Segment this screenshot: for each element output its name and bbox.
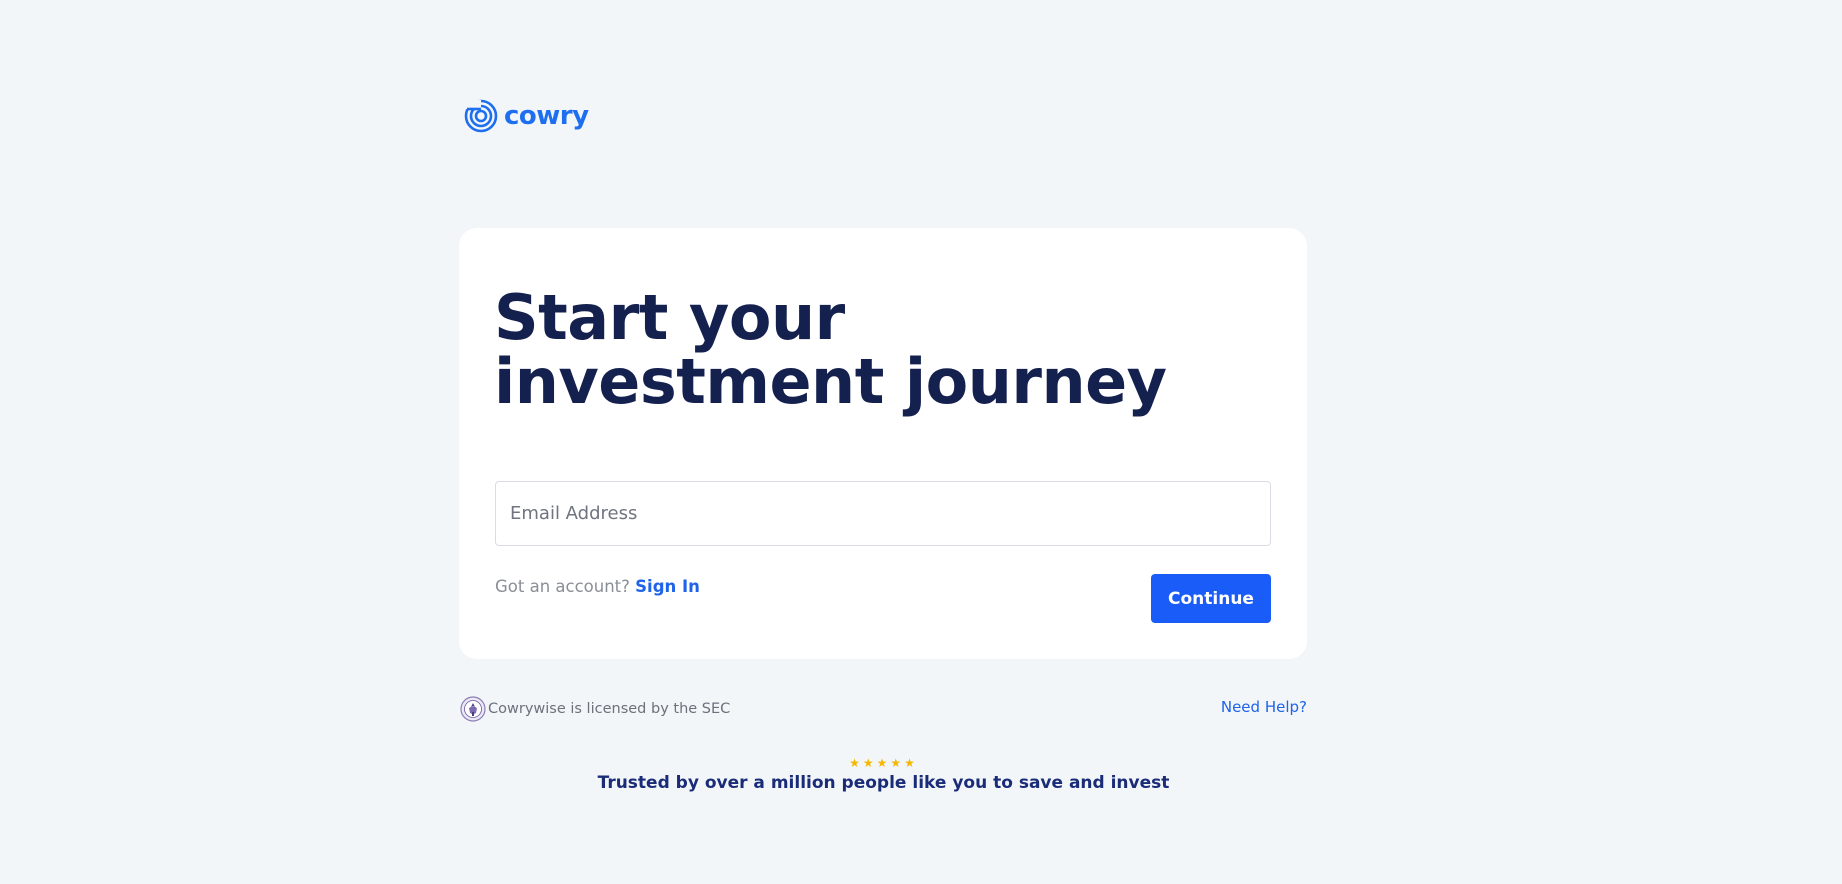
brand-name: cowry	[504, 101, 589, 131]
cowry-logo-icon	[464, 99, 498, 133]
license-text: Cowrywise is licensed by the SEC	[488, 701, 731, 717]
sign-in-link[interactable]: Sign In	[635, 577, 700, 596]
sec-seal-icon	[460, 696, 486, 722]
account-prompt-line: Got an account? Sign In	[495, 577, 700, 596]
page-title: Start your investment journey	[494, 281, 1167, 418]
email-field[interactable]	[495, 481, 1271, 546]
signup-page: cowry Start your investment journey Got …	[0, 0, 1842, 884]
cowry-logo[interactable]: cowry	[464, 98, 589, 134]
need-help-link[interactable]: Need Help?	[1221, 698, 1307, 716]
license-notice: Cowrywise is licensed by the SEC	[460, 696, 730, 722]
rating-stars: ★★★★★	[849, 756, 918, 770]
continue-button[interactable]: Continue	[1151, 574, 1271, 623]
signup-card: Start your investment journey Got an acc…	[459, 228, 1307, 659]
account-prompt: Got an account?	[495, 577, 630, 596]
trust-statement: Trusted by over a million people like yo…	[597, 773, 1170, 793]
